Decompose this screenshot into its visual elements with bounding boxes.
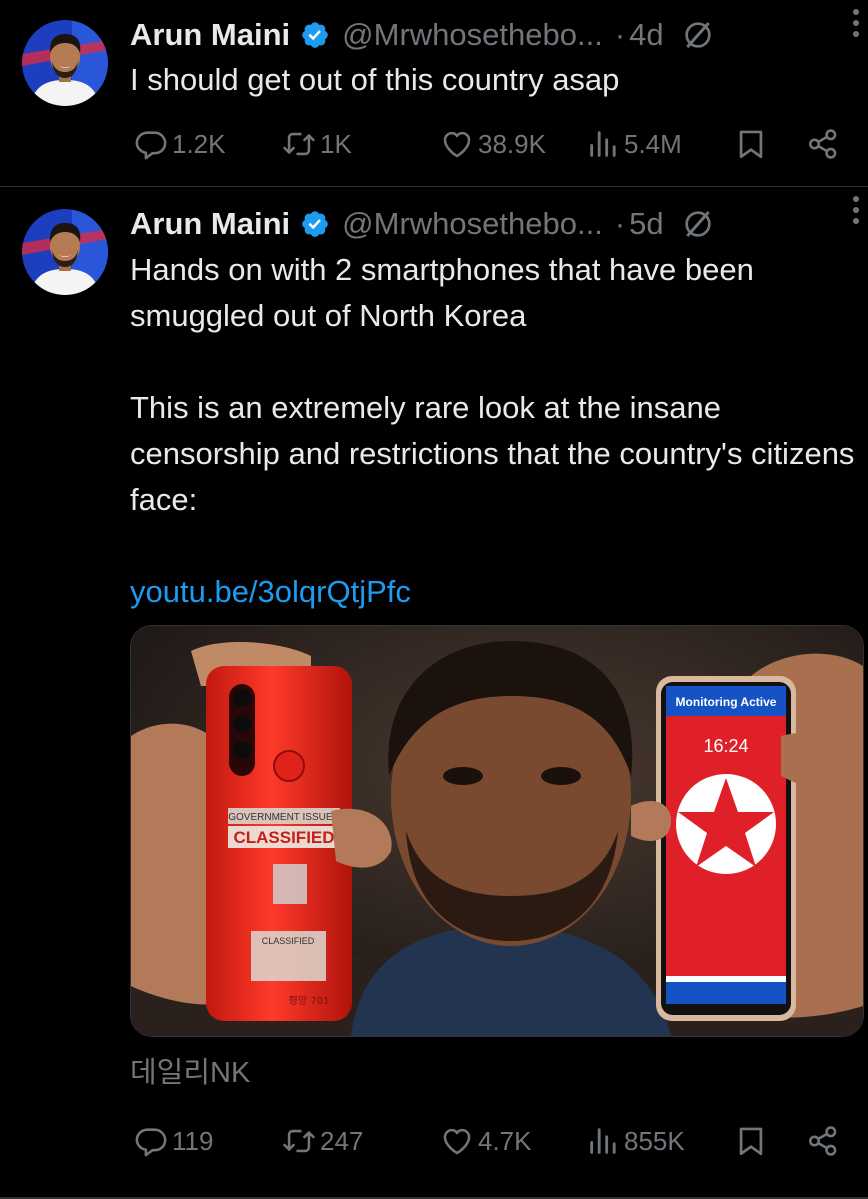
share-button[interactable] bbox=[806, 1121, 840, 1161]
tweet-paragraph: This is an extremely rare look at the in… bbox=[130, 390, 855, 517]
author-name[interactable]: Arun Maini bbox=[130, 17, 290, 53]
author-handle[interactable]: @Mrwhosethebo... bbox=[342, 17, 603, 53]
retweet-count: 1K bbox=[320, 128, 352, 159]
share-icon bbox=[806, 127, 840, 161]
grok-icon[interactable] bbox=[682, 19, 714, 51]
bookmark-icon bbox=[734, 127, 768, 161]
retweet-button[interactable]: 1K bbox=[282, 124, 352, 164]
media-thumbnail[interactable]: GOVERNMENT ISSUED CLASSIFIED CLASSIFIED … bbox=[130, 625, 864, 1037]
tweet-text: I should get out of this country asap bbox=[130, 57, 856, 103]
like-button[interactable]: 38.9K bbox=[440, 124, 546, 164]
like-button[interactable]: 4.7K bbox=[440, 1121, 532, 1161]
separator-dot: · bbox=[614, 206, 626, 241]
grok-icon[interactable] bbox=[682, 208, 714, 240]
heart-icon bbox=[440, 127, 474, 161]
media-image: GOVERNMENT ISSUED CLASSIFIED CLASSIFIED … bbox=[131, 626, 863, 1036]
tweet[interactable]: Arun Maini @Mrwhosethebo... · 5d Hands o… bbox=[0, 187, 868, 1199]
like-count: 38.9K bbox=[478, 128, 546, 159]
reply-button[interactable]: 1.2K bbox=[134, 124, 226, 164]
views-button[interactable]: 5.4M bbox=[586, 124, 682, 164]
reply-icon bbox=[134, 127, 168, 161]
tweet-timestamp[interactable]: 4d bbox=[629, 17, 663, 53]
sticker-government-issued: GOVERNMENT ISSUED bbox=[228, 812, 340, 823]
verified-badge-icon bbox=[300, 209, 330, 239]
retweet-icon bbox=[282, 1124, 316, 1158]
sticker-classified: CLASSIFIED bbox=[233, 828, 334, 847]
reply-icon bbox=[134, 1124, 168, 1158]
reply-button[interactable]: 119 bbox=[134, 1121, 213, 1161]
views-icon bbox=[586, 127, 620, 161]
tweet-paragraph: Hands on with 2 smartphones that have be… bbox=[130, 252, 754, 333]
phone-clock: 16:24 bbox=[703, 736, 748, 756]
tweet-text: Hands on with 2 smartphones that have be… bbox=[130, 247, 856, 615]
tweet-header: Arun Maini @Mrwhosethebo... · 4d bbox=[130, 13, 848, 57]
retweet-button[interactable]: 247 bbox=[282, 1121, 363, 1161]
action-bar: 1.2K 1K 38.9K 5.4M bbox=[130, 124, 860, 164]
like-count: 4.7K bbox=[478, 1125, 532, 1156]
author-name[interactable]: Arun Maini bbox=[130, 206, 290, 242]
tweet-link[interactable]: youtu.be/3olqrQtjPfc bbox=[130, 574, 411, 609]
heart-icon bbox=[440, 1124, 474, 1158]
phone-model-label: 평양 701 bbox=[289, 995, 330, 1007]
views-count: 5.4M bbox=[624, 128, 682, 159]
avatar[interactable] bbox=[22, 20, 108, 106]
share-button[interactable] bbox=[806, 124, 840, 164]
sticker-classified-small: CLASSIFIED bbox=[262, 936, 315, 946]
verified-badge-icon bbox=[300, 20, 330, 50]
bookmark-button[interactable] bbox=[734, 124, 768, 164]
tweet-link-paragraph: youtu.be/3olqrQtjPfc bbox=[130, 569, 856, 615]
avatar[interactable] bbox=[22, 209, 108, 295]
views-button[interactable]: 855K bbox=[586, 1121, 685, 1161]
views-icon bbox=[586, 1124, 620, 1158]
share-icon bbox=[806, 1124, 840, 1158]
tweet-timestamp[interactable]: 5d bbox=[629, 206, 663, 242]
more-icon[interactable] bbox=[852, 8, 860, 38]
more-icon[interactable] bbox=[852, 195, 860, 225]
action-bar: 119 247 4.7K 855K bbox=[130, 1121, 860, 1161]
tweet-paragraph: I should get out of this country asap bbox=[130, 62, 620, 97]
retweet-count: 247 bbox=[320, 1125, 364, 1156]
retweet-icon bbox=[282, 127, 316, 161]
tweet-header: Arun Maini @Mrwhosethebo... · 5d bbox=[130, 202, 848, 246]
media-source: 데일리NK bbox=[130, 1057, 251, 1089]
bookmark-button[interactable] bbox=[734, 1121, 768, 1161]
tweet[interactable]: Arun Maini @Mrwhosethebo... · 4d I shoul… bbox=[0, 0, 868, 187]
views-count: 855K bbox=[624, 1125, 685, 1156]
monitoring-banner: Monitoring Active bbox=[676, 695, 777, 709]
reply-count: 1.2K bbox=[172, 128, 226, 159]
reply-count: 119 bbox=[172, 1125, 214, 1156]
bookmark-icon bbox=[734, 1124, 768, 1158]
separator-dot: · bbox=[614, 17, 626, 52]
author-handle[interactable]: @Mrwhosethebo... bbox=[342, 206, 603, 242]
